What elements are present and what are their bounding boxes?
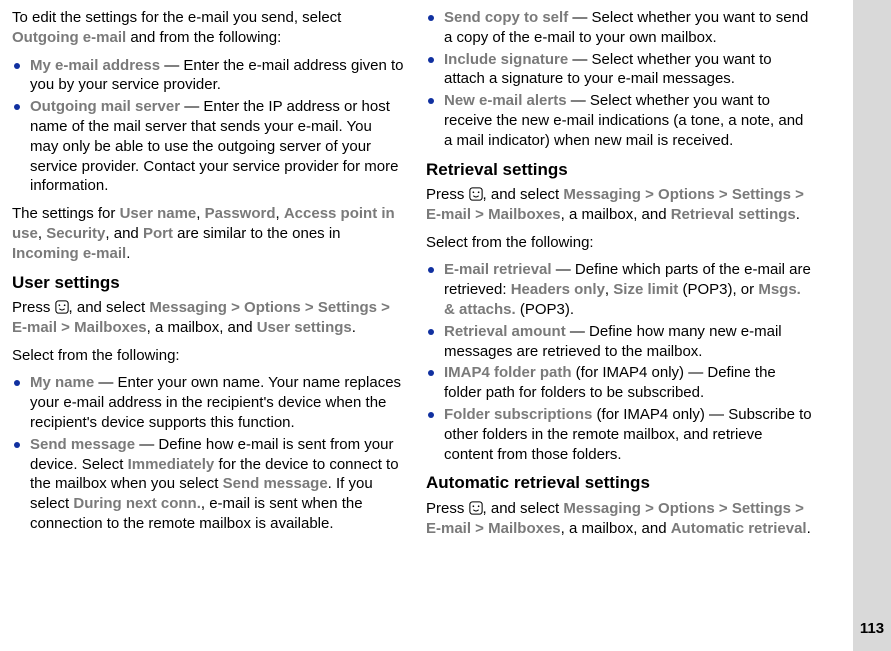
heading-user-settings: User settings	[12, 272, 404, 294]
list-item: Send copy to self — Select whether you w…	[426, 8, 814, 48]
page-content: To edit the settings for the e-mail you …	[0, 0, 891, 651]
user-list-cont: Send copy to self — Select whether you w…	[426, 8, 814, 151]
heading-retrieval-settings: Retrieval settings	[426, 159, 814, 181]
list-item: Send message — Define how e-mail is sent…	[12, 435, 404, 534]
list-item: My name — Enter your own name. Your name…	[12, 373, 404, 432]
retrieval-list: E-mail retrieval — Define which parts of…	[426, 260, 814, 464]
list-item: New e-mail alerts — Select whether you w…	[426, 91, 814, 150]
menu-key-icon	[469, 187, 483, 201]
select-from-text: Select from the following:	[12, 346, 404, 366]
outgoing-list: My e-mail address — Enter the e-mail add…	[12, 56, 404, 197]
list-item: Retrieval amount — Define how many new e…	[426, 322, 814, 362]
retrieval-settings-path: Press , and select Messaging > Options >…	[426, 185, 814, 225]
list-item: Include signature — Select whether you w…	[426, 50, 814, 90]
list-item: E-mail retrieval — Define which parts of…	[426, 260, 814, 319]
intro-paragraph: To edit the settings for the e-mail you …	[12, 8, 404, 48]
right-column: Send copy to self — Select whether you w…	[422, 8, 832, 643]
user-settings-path: Press , and select Messaging > Options >…	[12, 298, 404, 338]
sidebar: Messaging 113	[853, 0, 891, 651]
page-number: 113	[853, 620, 891, 637]
list-item: Folder subscriptions (for IMAP4 only) — …	[426, 405, 814, 464]
menu-key-icon	[469, 501, 483, 515]
list-item: Outgoing mail server — Enter the IP addr…	[12, 97, 404, 196]
list-item: IMAP4 folder path (for IMAP4 only) — Def…	[426, 363, 814, 403]
list-item: My e-mail address — Enter the e-mail add…	[12, 56, 404, 96]
menu-key-icon	[55, 300, 69, 314]
heading-automatic-retrieval: Automatic retrieval settings	[426, 472, 814, 494]
left-column: To edit the settings for the e-mail you …	[12, 8, 422, 643]
similar-settings-paragraph: The settings for User name, Password, Ac…	[12, 204, 404, 263]
select-from-text: Select from the following:	[426, 233, 814, 253]
user-list: My name — Enter your own name. Your name…	[12, 373, 404, 533]
automatic-retrieval-path: Press , and select Messaging > Options >…	[426, 499, 814, 539]
